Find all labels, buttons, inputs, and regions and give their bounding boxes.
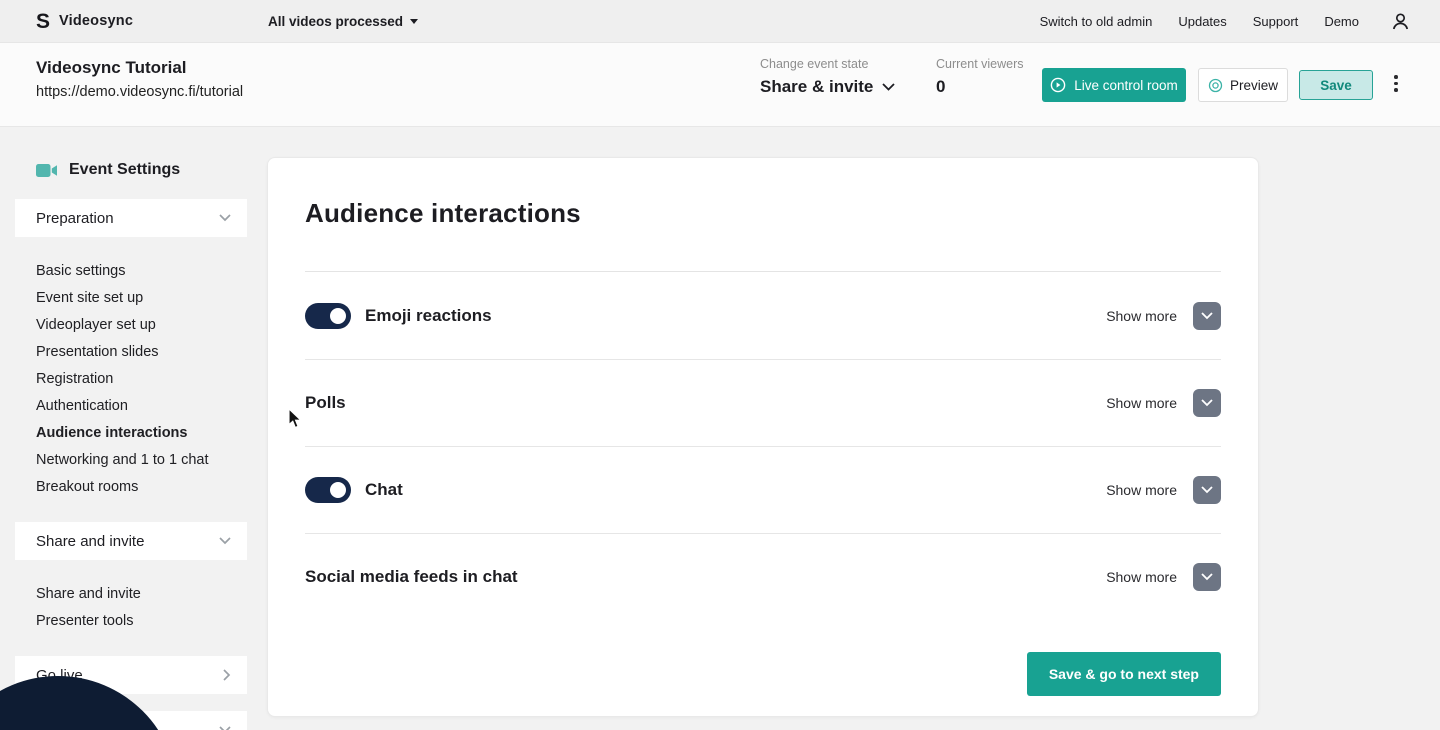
chevron-right-icon	[223, 669, 231, 681]
sidebar-item-registration[interactable]: Registration	[36, 366, 262, 393]
toggle-knob	[327, 304, 349, 327]
expand-chat-button[interactable]	[1193, 476, 1221, 504]
sidebar-title-label: Event Settings	[69, 161, 181, 178]
preview-button[interactable]: Preview	[1198, 68, 1288, 102]
section-share-label: Share and invite	[36, 532, 145, 550]
sidebar-item-videoplayer-set-up[interactable]: Videoplayer set up	[36, 312, 262, 339]
section-preparation[interactable]: Preparation	[15, 199, 247, 237]
chevron-down-icon	[219, 537, 231, 545]
chevron-down-icon	[1201, 573, 1213, 581]
show-more-link[interactable]: Show more	[1106, 308, 1177, 324]
current-viewers-label: Current viewers	[936, 57, 1024, 71]
chevron-down-icon	[1201, 311, 1213, 319]
expand-emoji-reactions-button[interactable]	[1193, 301, 1221, 330]
audience-interactions-panel: Audience interactions Emoji reactions Sh…	[267, 157, 1259, 717]
event-state-block: Change event state Share & invite	[760, 57, 896, 97]
sidebar-item-presentation-slides[interactable]: Presentation slides	[36, 339, 262, 366]
show-more-link[interactable]: Show more	[1106, 569, 1177, 585]
link-switch-old-admin[interactable]: Switch to old admin	[1040, 14, 1153, 29]
expand-social-media-button[interactable]	[1193, 563, 1221, 591]
preparation-items: Basic settings Event site set up Videopl…	[0, 237, 262, 522]
sidebar-item-basic-settings[interactable]: Basic settings	[36, 258, 262, 285]
save-and-next-step-button[interactable]: Save & go to next step	[1026, 652, 1221, 696]
share-items: Share and invite Presenter tools	[0, 560, 262, 656]
live-control-room-button[interactable]: Live control room	[1042, 68, 1186, 102]
link-updates[interactable]: Updates	[1178, 14, 1226, 29]
toggle-knob	[327, 479, 349, 501]
chevron-down-icon	[219, 214, 231, 222]
eye-icon	[1208, 78, 1223, 92]
videosync-logo-icon: S	[36, 9, 51, 33]
feature-row-chat: Chat Show more	[305, 446, 1221, 533]
feature-label: Emoji reactions	[365, 305, 492, 325]
section-share-and-invite[interactable]: Share and invite	[15, 522, 247, 560]
feature-row-social-media-feeds: Social media feeds in chat Show more	[305, 533, 1221, 620]
page-title: Audience interactions	[305, 198, 581, 228]
chevron-down-icon	[1201, 486, 1213, 494]
event-title: Videosync Tutorial	[36, 58, 187, 77]
settings-sidebar: Event Settings Preparation Basic setting…	[0, 127, 262, 730]
emoji-reactions-toggle[interactable]	[305, 302, 351, 329]
top-bar: S Videosync All videos processed Switch …	[0, 0, 1440, 43]
video-camera-icon	[36, 163, 57, 177]
live-control-room-label: Live control room	[1074, 77, 1178, 93]
videos-processed-label: All videos processed	[268, 13, 404, 29]
feature-row-polls: Polls Show more	[305, 359, 1221, 446]
chevron-down-icon	[882, 83, 896, 91]
event-title-block: Videosync Tutorial https://demo.videosyn…	[36, 58, 243, 100]
show-more-link[interactable]: Show more	[1106, 395, 1177, 411]
sidebar-item-authentication[interactable]: Authentication	[36, 393, 262, 420]
preview-label: Preview	[1229, 77, 1278, 93]
section-preparation-label: Preparation	[36, 209, 114, 227]
user-account-icon[interactable]	[1391, 12, 1410, 31]
topbar-links: Switch to old admin Updates Support Demo	[1040, 12, 1440, 31]
sidebar-item-breakout-rooms[interactable]: Breakout rooms	[36, 474, 262, 501]
event-state-dropdown[interactable]: Share & invite	[760, 77, 896, 97]
feature-row-emoji-reactions: Emoji reactions Show more	[305, 272, 1221, 359]
show-more-link[interactable]: Show more	[1106, 482, 1177, 498]
feature-label: Polls	[305, 393, 346, 412]
videos-processed-dropdown[interactable]: All videos processed	[268, 13, 419, 29]
chevron-down-icon	[1201, 399, 1213, 407]
link-demo[interactable]: Demo	[1324, 14, 1359, 29]
event-state-value: Share & invite	[760, 77, 874, 96]
current-viewers-block: Current viewers 0	[936, 57, 1024, 97]
brand-name: Videosync	[59, 13, 134, 29]
sidebar-title: Event Settings	[36, 161, 262, 179]
event-state-label: Change event state	[760, 57, 869, 71]
save-button[interactable]: Save	[1299, 70, 1373, 100]
play-circle-icon	[1050, 77, 1066, 93]
feature-label: Social media feeds in chat	[305, 567, 518, 586]
sidebar-item-event-site-set-up[interactable]: Event site set up	[36, 285, 262, 312]
event-url-link[interactable]: https://demo.videosync.fi/tutorial	[36, 84, 243, 100]
sidebar-item-networking[interactable]: Networking and 1 to 1 chat	[36, 447, 262, 474]
brand[interactable]: S Videosync	[36, 11, 133, 32]
sidebar-item-audience-interactions[interactable]: Audience interactions	[36, 420, 262, 447]
current-viewers-count: 0	[936, 77, 946, 96]
link-support[interactable]: Support	[1253, 14, 1299, 29]
expand-polls-button[interactable]	[1193, 389, 1221, 417]
event-header: Videosync Tutorial https://demo.videosyn…	[0, 43, 1440, 127]
feature-label: Chat	[365, 480, 403, 499]
caret-down-icon	[410, 18, 419, 24]
chevron-down-icon	[219, 726, 231, 730]
more-options-menu-icon[interactable]	[1390, 73, 1402, 94]
chat-toggle[interactable]	[305, 477, 351, 503]
sidebar-item-presenter-tools[interactable]: Presenter tools	[36, 608, 262, 635]
sidebar-item-share-and-invite[interactable]: Share and invite	[36, 581, 262, 608]
